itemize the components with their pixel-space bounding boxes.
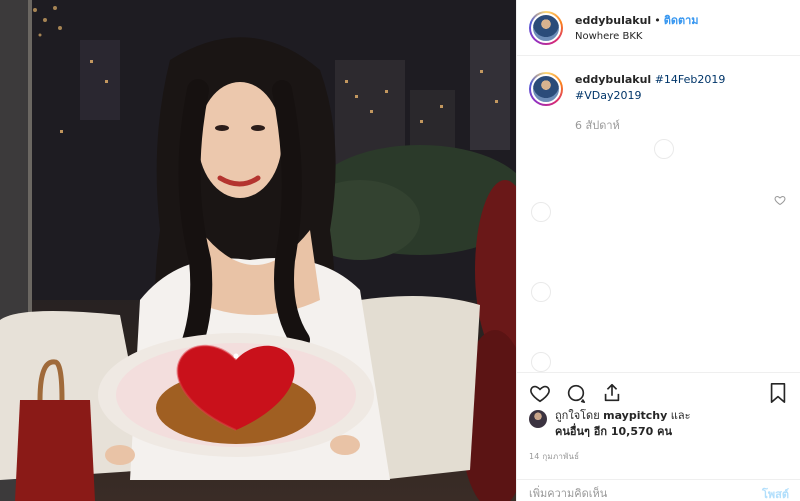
- post-header: eddybulakul • ติดตาม Nowhere BKK: [517, 0, 800, 56]
- caption-time: 6 สัปดาห์: [575, 119, 620, 132]
- post-photo[interactable]: [0, 0, 516, 501]
- comment-icon[interactable]: [563, 380, 589, 406]
- likes-and: และ: [670, 409, 691, 422]
- post-side-panel: eddybulakul • ติดตาม Nowhere BKK eddybulak…: [516, 0, 800, 501]
- share-icon[interactable]: [599, 380, 625, 406]
- comment-loading-indicator: [531, 352, 551, 372]
- comment-like-heart-icon[interactable]: [774, 194, 786, 206]
- likes-summary: ถูกใจโดย maypitchy และ คนอื่นๆ อีก 10,57…: [529, 408, 691, 440]
- post-caption: eddybulakul #14Feb2019 #VDay2019 6 สัปดา…: [517, 56, 800, 134]
- liker-avatar[interactable]: [529, 410, 547, 428]
- post-location[interactable]: Nowhere BKK: [575, 29, 699, 45]
- likes-count-link[interactable]: คนอื่นๆ อีก 10,570 คน: [555, 425, 672, 438]
- heart-icon[interactable]: [527, 380, 553, 406]
- comment-loading-indicator: [654, 139, 674, 159]
- author-username[interactable]: eddybulakul: [575, 14, 651, 27]
- comment-input[interactable]: [529, 485, 729, 501]
- liker-username[interactable]: maypitchy: [603, 409, 667, 422]
- likes-prefix: ถูกใจโดย: [555, 409, 600, 422]
- bookmark-icon[interactable]: [765, 380, 791, 406]
- hashtag-link[interactable]: #14Feb2019: [655, 73, 726, 86]
- hashtag-link[interactable]: #VDay2019: [575, 89, 641, 102]
- comment-loading-indicator: [531, 202, 551, 222]
- post-date[interactable]: 14 กุมภาพันธ์: [529, 450, 579, 463]
- photo-illustration: [0, 0, 516, 501]
- caption-username[interactable]: eddybulakul: [575, 73, 651, 86]
- caption-author-avatar[interactable]: [529, 72, 563, 106]
- comment-loading-indicator: [531, 282, 551, 302]
- post-actions: [517, 372, 800, 412]
- post-comment-button[interactable]: โพสต์: [762, 485, 789, 501]
- comment-bar: โพสต์: [517, 479, 800, 501]
- author-avatar[interactable]: [529, 10, 563, 45]
- separator-dot: •: [654, 13, 661, 27]
- follow-button[interactable]: ติดตาม: [664, 14, 699, 27]
